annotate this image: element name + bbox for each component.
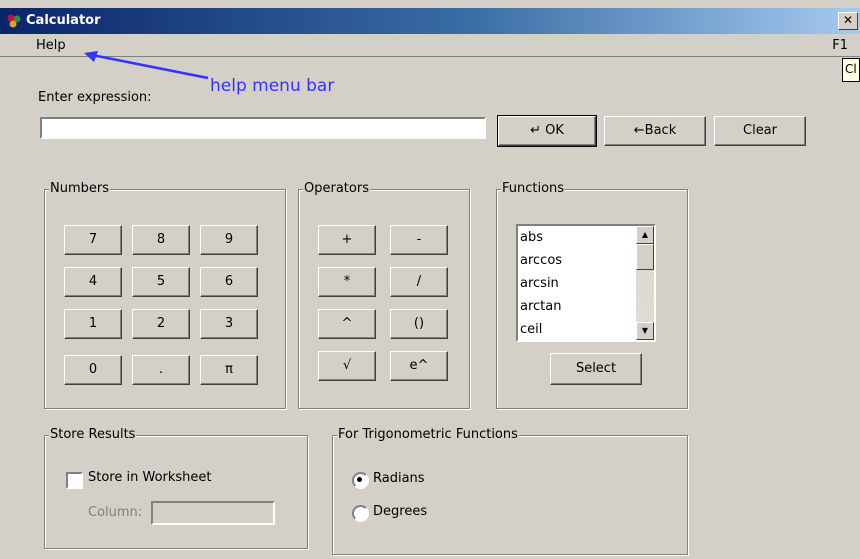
key-9[interactable]: 9: [200, 225, 258, 255]
expression-label: Enter expression:: [38, 90, 152, 105]
clear-button-label: Clear: [743, 123, 777, 138]
key-6[interactable]: 6: [200, 267, 258, 297]
clear-button[interactable]: Clear: [714, 116, 806, 146]
ok-button[interactable]: ↵ OK: [498, 116, 596, 146]
annotation-arrow-icon: [84, 51, 209, 80]
key-label: 0: [88, 362, 98, 377]
key-label: 1: [88, 316, 98, 331]
functions-listbox[interactable]: abs arccos arcsin arctan ceil ▲ ▼: [516, 224, 656, 342]
store-results-group-label: Store Results: [49, 427, 137, 442]
op-exp[interactable]: e^: [390, 351, 448, 381]
close-button[interactable]: ✕: [838, 12, 858, 30]
key-label: 2: [156, 316, 166, 331]
key-label: 5: [156, 274, 166, 289]
op-minus[interactable]: -: [390, 225, 448, 255]
function-item[interactable]: ceil: [520, 322, 542, 337]
operators-group-label: Operators: [303, 181, 370, 196]
title-bar: Calculator ✕: [0, 8, 860, 34]
key-label: √: [342, 358, 352, 373]
store-in-worksheet-checkbox[interactable]: [66, 472, 83, 489]
trig-group: For Trigonometric Functions: [332, 427, 688, 555]
column-label: Column:: [88, 505, 143, 520]
close-icon: ✕: [842, 13, 854, 27]
function-item[interactable]: arctan: [520, 299, 561, 314]
annotation-label: help menu bar: [210, 76, 335, 96]
key-2[interactable]: 2: [132, 309, 190, 339]
function-item[interactable]: arcsin: [520, 276, 559, 291]
expression-input[interactable]: [40, 117, 486, 139]
scroll-up-icon[interactable]: ▲: [636, 226, 654, 244]
key-label: .: [158, 362, 164, 377]
radians-label[interactable]: Radians: [373, 471, 425, 486]
key-7[interactable]: 7: [64, 225, 122, 255]
op-divide[interactable]: /: [390, 267, 448, 297]
key-label: e^: [409, 358, 429, 373]
key-decimal[interactable]: .: [132, 355, 190, 385]
op-sqrt[interactable]: √: [318, 351, 376, 381]
back-button[interactable]: ←Back: [604, 116, 706, 146]
store-results-group: Store Results: [44, 427, 308, 549]
tooltip: Cl: [842, 58, 860, 82]
op-power[interactable]: ^: [318, 309, 376, 339]
menu-help[interactable]: Help: [36, 38, 66, 53]
op-plus[interactable]: +: [318, 225, 376, 255]
key-label: (): [413, 316, 425, 331]
key-label: 9: [224, 232, 234, 247]
op-parentheses[interactable]: (): [390, 309, 448, 339]
functions-scrollbar[interactable]: ▲ ▼: [636, 226, 654, 340]
key-1[interactable]: 1: [64, 309, 122, 339]
back-button-label: ←Back: [633, 123, 677, 138]
select-button-label: Select: [575, 361, 617, 376]
calculator-window: Calculator ✕ Help F1 Cl help menu bar En…: [0, 0, 860, 559]
trig-group-label: For Trigonometric Functions: [337, 427, 519, 442]
function-item[interactable]: abs: [520, 230, 543, 245]
functions-group-label: Functions: [501, 181, 566, 196]
key-label: +: [341, 232, 353, 247]
menu-f1-shortcut: F1: [832, 38, 848, 53]
scroll-thumb[interactable]: [636, 244, 654, 270]
numbers-group-label: Numbers: [49, 181, 110, 196]
radio-selected-dot: [357, 477, 362, 482]
key-label: 8: [156, 232, 166, 247]
key-label: 3: [224, 316, 234, 331]
key-8[interactable]: 8: [132, 225, 190, 255]
degrees-radio[interactable]: [352, 505, 369, 522]
scroll-down-icon[interactable]: ▼: [636, 322, 654, 340]
store-in-worksheet-label[interactable]: Store in Worksheet: [88, 470, 212, 485]
key-5[interactable]: 5: [132, 267, 190, 297]
key-label: 6: [224, 274, 234, 289]
ok-button-label: ↵ OK: [530, 123, 564, 138]
key-3[interactable]: 3: [200, 309, 258, 339]
key-0[interactable]: 0: [64, 355, 122, 385]
key-label: π: [225, 362, 233, 377]
function-item[interactable]: arccos: [520, 253, 562, 268]
key-pi[interactable]: π: [200, 355, 258, 385]
key-label: 7: [88, 232, 98, 247]
select-button[interactable]: Select: [550, 353, 642, 385]
key-4[interactable]: 4: [64, 267, 122, 297]
calculator-app-icon: [6, 13, 22, 29]
radians-radio[interactable]: [352, 472, 369, 489]
key-label: /: [416, 274, 422, 289]
key-label: 4: [88, 274, 98, 289]
column-input: [151, 501, 275, 525]
key-label: -: [416, 232, 422, 247]
key-label: ^: [341, 316, 353, 331]
window-title: Calculator: [26, 13, 101, 28]
key-label: *: [343, 274, 351, 289]
op-multiply[interactable]: *: [318, 267, 376, 297]
degrees-label[interactable]: Degrees: [373, 504, 427, 519]
